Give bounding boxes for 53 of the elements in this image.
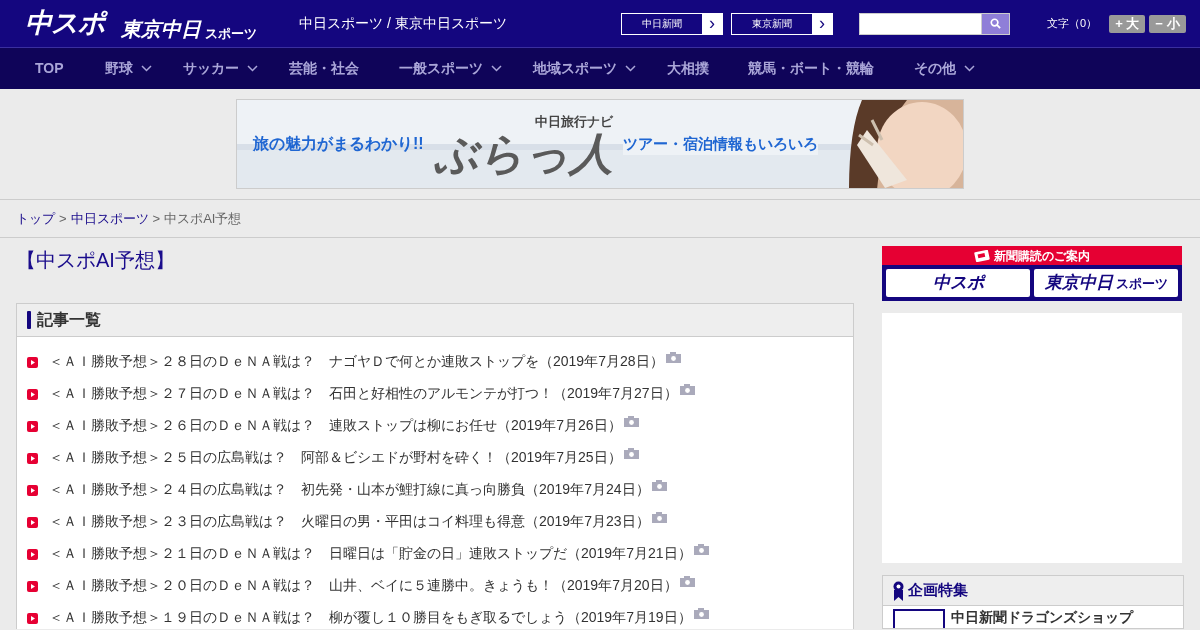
article-link[interactable]: ＜ＡＩ勝敗予想＞２１日のＤｅＮＡ戦は？ 日曜日は「貯金の日」連敗ストップだ（2019年7月21日） (49, 542, 692, 564)
article-link[interactable]: ＜ＡＩ勝敗予想＞２５日の広島戦は？ 阿部＆ビシエドが野村を砕く！（2019年7月25日） (49, 446, 622, 468)
subscribe-button[interactable]: 中スポ (886, 269, 1030, 297)
play-icon (27, 549, 38, 560)
page-title: 【中スポAI予想】 (16, 248, 176, 272)
article-link[interactable]: ＜ＡＩ勝敗予想＞２６日のＤｅＮＡ戦は？ 連敗ストップは柳にお任せ（2019年7月26日） (49, 414, 622, 436)
breadcrumb-separator: > (59, 209, 67, 228)
play-icon (27, 581, 38, 592)
breadcrumb-separator: > (152, 209, 161, 228)
article-link[interactable]: ＜ＡＩ勝敗予想＞１９日のＤｅＮＡ戦は？ 柳が覆し１０勝目をもぎ取るでしょう（2019年7月19日） (49, 606, 692, 628)
article-link[interactable]: ＜ＡＩ勝敗予想＞２７日のＤｅＮＡ戦は？ 石田と好相性のアルモンテが打つ！（2019年7月27日） (49, 382, 678, 404)
search-icon (990, 18, 1001, 29)
nav-item[interactable]: 野球 (105, 48, 183, 89)
nav-item[interactable]: 競馬・ボート・競輪 (748, 48, 914, 89)
banner-text: ツアー・宿泊情報もいろいろ (622, 132, 818, 156)
heading-bar (27, 311, 31, 329)
feature-heading: 企画特集 (908, 580, 968, 601)
play-icon (27, 485, 38, 496)
site-tagline: 中日スポーツ / 東京中日スポーツ (299, 14, 508, 33)
article-link[interactable]: ＜ＡＩ勝敗予想＞２０日のＤｅＮＡ戦は？ 山井、ベイに５連勝中。きょうも！（2019年7月20日） (49, 574, 678, 596)
nav-item[interactable]: 一般スポーツ (399, 48, 533, 89)
banner-text: 中日旅行ナビ (534, 113, 613, 132)
nav-item[interactable]: TOP (35, 48, 105, 89)
banner-logo: ぶらっ人 (433, 131, 613, 176)
subscription-title: 新聞購読のご案内 (994, 247, 1090, 265)
search-field[interactable] (859, 12, 981, 35)
article-link[interactable]: ＜ＡＩ勝敗予想＞２３日の広島戦は？ 火曜日の男・平田はコイ料理も得意（2019年7月23日） (49, 510, 650, 532)
newspaper-icon (974, 249, 990, 262)
font-size-label: 文字（0） (1047, 16, 1098, 32)
article-link[interactable]: ＜ＡＩ勝敗予想＞２８日のＤｅＮＡ戦は？ ナゴヤＤで何とか連敗ストップを（2019年7月28日） (49, 350, 664, 372)
breadcrumb-link[interactable]: 中日スポーツ (70, 208, 149, 229)
newspaper-link[interactable]: 東京新聞 › (731, 12, 833, 35)
search-button[interactable] (981, 12, 1010, 35)
play-icon (27, 357, 38, 368)
article-link[interactable]: ＜ＡＩ勝敗予想＞２４日の広島戦は？ 初先発・山本が鯉打線に真っ向勝負（2019年7月24日） (49, 478, 650, 500)
subscribe-button[interactable]: 東京中日 スポーツ (1034, 269, 1178, 297)
section-heading: 記事一覧 (37, 310, 101, 330)
play-icon (27, 517, 38, 528)
nav-item[interactable]: 地域スポーツ (533, 48, 667, 89)
nav-item[interactable]: 大相撲 (667, 48, 748, 89)
banner-ad[interactable]: 旅の魅力がまるわかり!! 中日旅行ナビ ぶらっ人 ツアー・宿泊情報もいろいろ (236, 99, 964, 189)
nav-item[interactable]: その他 (914, 48, 994, 89)
play-icon (27, 421, 38, 432)
nav-item[interactable]: 芸能・社会 (289, 48, 399, 89)
play-icon (27, 613, 38, 624)
play-icon (27, 389, 38, 400)
breadcrumb-link[interactable]: トップ (16, 208, 55, 229)
nav-item[interactable]: サッカー (183, 48, 289, 89)
play-icon (27, 453, 38, 464)
breadcrumb-current: 中スポAI予想 (164, 209, 242, 228)
newspaper-link[interactable]: 中日新聞 › (621, 12, 723, 35)
ribbon-icon (893, 580, 904, 601)
banner-text: 旅の魅力がまるわかり!! (253, 134, 424, 154)
